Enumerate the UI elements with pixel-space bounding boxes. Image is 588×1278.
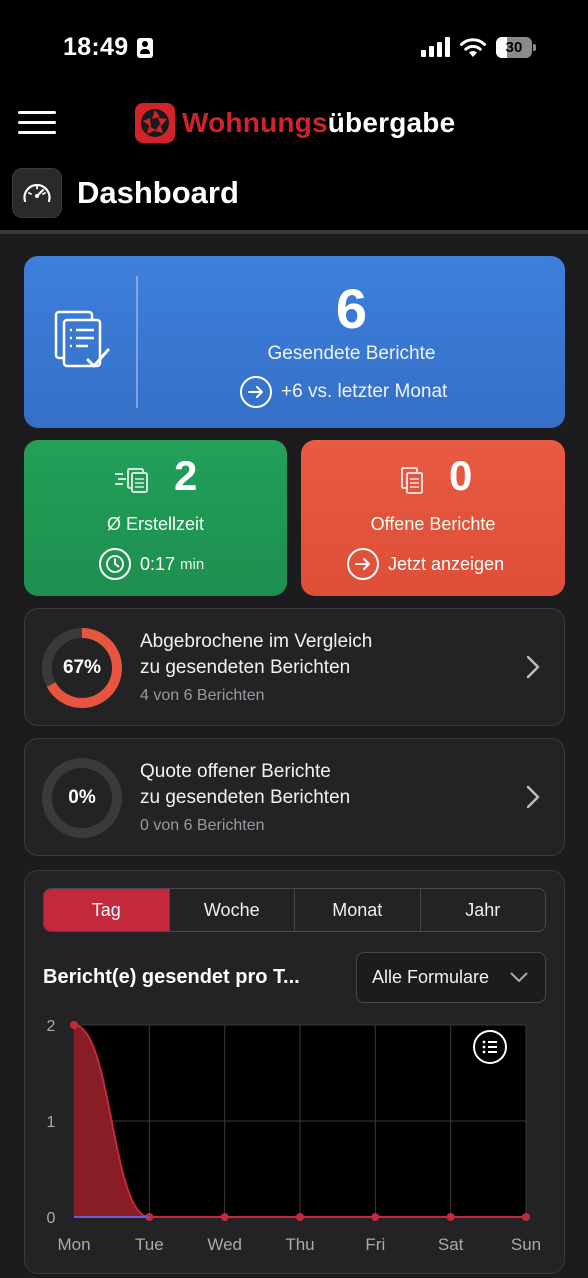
data-point [446, 1213, 455, 1221]
x-tick-label: Wed [207, 1235, 242, 1254]
ratio-percent: 67% [62, 657, 102, 678]
reports-area-chart: 0 1 2 Mon Tue Wed Thu Fri Sat Sun [47, 1018, 542, 1254]
data-point [220, 1213, 229, 1221]
ratio-percent: 0% [68, 787, 96, 808]
open-reports-action[interactable]: Jetzt anzeigen [347, 548, 504, 580]
avg-time-value: 0:17 min [99, 548, 204, 580]
hamburger-menu-button[interactable] [18, 110, 56, 136]
open-reports-count: 0 [449, 452, 473, 499]
brand-logo: Wohnungs übergabe [134, 102, 455, 144]
chevron-right-icon [526, 785, 540, 809]
chevron-down-icon [510, 972, 528, 982]
shutter-logo-icon [135, 103, 175, 143]
x-tick-label: Fri [365, 1235, 385, 1254]
x-tick-label: Sat [438, 1235, 464, 1254]
open-reports-action-label: Jetzt anzeigen [388, 553, 505, 574]
period-segmented-control: Tag Woche Monat Jahr [43, 888, 546, 932]
ratio-title-line2: zu gesendeten Berichten [140, 787, 351, 808]
avg-time-unit: min [180, 555, 205, 573]
data-point [70, 1021, 78, 1029]
documents-icon [401, 467, 423, 494]
status-bar: 18:49 30 [0, 0, 588, 95]
ratio-title-line1: Abgebrochene im Vergleich [140, 631, 373, 652]
id-card-icon [137, 38, 153, 58]
data-point [296, 1213, 304, 1221]
period-tab-week[interactable]: Woche [168, 889, 295, 931]
data-point [371, 1213, 380, 1221]
x-tick-label: Thu [285, 1235, 314, 1254]
open-reports-card[interactable]: 0 Offene Berichte Jetzt anzeigen [301, 440, 565, 596]
page-title: Dashboard [77, 175, 239, 210]
battery-icon: 30 [496, 37, 536, 58]
sent-reports-trend: +6 vs. letzter Monat [281, 381, 448, 402]
chart-title: Bericht(e) gesendet pro T... [43, 966, 300, 988]
sent-reports-label: Gesendete Berichte [267, 343, 436, 364]
chevron-right-icon [526, 655, 540, 679]
brand-name-part2: übergabe [327, 107, 456, 138]
brand-name-part1: Wohnungs [182, 107, 328, 138]
avg-time-label: Ø Erstellzeit [106, 514, 205, 534]
wifi-icon [460, 38, 486, 57]
ratio-title: Quote offener Berichte zu gesendeten Ber… [140, 759, 500, 811]
ratio-title-line1: Quote offener Berichte [140, 761, 331, 782]
avg-time-time: 0:17 [140, 553, 176, 574]
sent-reports-count: 6 [335, 277, 368, 340]
battery-level: 30 [505, 39, 523, 56]
y-tick-label: 1 [47, 1114, 56, 1131]
y-tick-label: 0 [47, 1210, 56, 1227]
period-tab-month[interactable]: Monat [294, 889, 420, 931]
period-tab-day[interactable]: Tag [44, 889, 169, 931]
cellular-signal-icon [421, 37, 451, 57]
list-icon[interactable] [473, 1030, 507, 1064]
data-point [522, 1213, 530, 1221]
y-tick-label: 2 [47, 1018, 56, 1035]
fast-documents-icon [115, 468, 148, 493]
x-tick-label: Tue [135, 1235, 164, 1254]
open-ratio-card[interactable]: 0% Quote offener Berichte zu gesendeten … [24, 738, 565, 856]
avg-time-count: 2 [174, 452, 198, 499]
dashboard-icon [12, 168, 62, 218]
aborted-ratio-card[interactable]: 67% Abgebrochene im Vergleich zu gesende… [24, 608, 565, 726]
form-filter-dropdown[interactable]: Alle Formulare [356, 952, 546, 1003]
clock-icon [99, 548, 131, 580]
ratio-subtext: 0 von 6 Berichten [140, 817, 265, 834]
reports-chart-card: Tag Woche Monat Jahr Bericht(e) gesendet… [24, 870, 565, 1274]
period-tab-year[interactable]: Jahr [419, 889, 546, 931]
arrow-right-circle-icon [347, 548, 379, 580]
arrow-right-circle-icon [240, 376, 272, 408]
avg-time-card[interactable]: 2 Ø Erstellzeit 0:17 min [24, 440, 287, 596]
sent-reports-card[interactable]: 6 Gesendete Berichte +6 vs. letzter Mona… [24, 256, 565, 428]
form-filter-value: Alle Formulare [372, 967, 490, 987]
open-reports-label: Offene Berichte [370, 514, 496, 534]
ratio-title-line2: zu gesendeten Berichten [140, 657, 351, 678]
page-header: Dashboard [12, 168, 239, 218]
x-tick-label: Sun [511, 1235, 541, 1254]
sent-reports-trend-link[interactable]: +6 vs. letzter Monat [240, 376, 447, 408]
x-tick-label: Mon [57, 1235, 90, 1254]
documents-check-icon [54, 310, 110, 368]
ratio-subtext: 4 von 6 Berichten [140, 687, 265, 704]
status-time: 18:49 [63, 33, 129, 61]
ratio-title: Abgebrochene im Vergleich zu gesendeten … [140, 629, 500, 681]
